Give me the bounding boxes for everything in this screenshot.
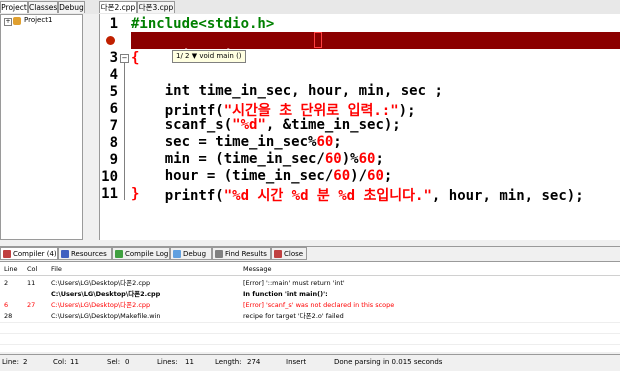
- status-message: Done parsing in 0.015 seconds: [334, 358, 443, 366]
- cell-line: 6: [4, 301, 9, 309]
- close-icon: [274, 250, 282, 258]
- row-divider: [0, 322, 620, 323]
- tab-debug-left[interactable]: Debug: [58, 1, 85, 13]
- table-row[interactable]: 2 11 C:\Users\LG\Desktop\다폰2.cpp [Error]…: [0, 278, 600, 288]
- cell-file: C:\Users\LG\Desktop\다폰2.cpp: [51, 279, 151, 287]
- tab-label: Close: [284, 250, 304, 258]
- cell-file: C:\Users\LG\Desktop\다폰2.cpp: [51, 301, 151, 309]
- header-file[interactable]: File: [51, 264, 62, 274]
- status-line-label: Line:: [2, 358, 19, 366]
- cell-line: 28: [4, 312, 13, 320]
- editor-tabbar: 다폰2.cpp 다폰3.cpp: [99, 0, 620, 14]
- project-icon: [13, 17, 21, 25]
- tab-label: Debug: [183, 250, 207, 258]
- code-line-1: #include<stdio.h>: [131, 16, 275, 32]
- line-number: 11: [101, 186, 118, 202]
- tab-compiler[interactable]: Compiler (4): [0, 247, 58, 260]
- code-line-10: printf("%d 시간 %d 분 %d 초입니다.", hour, min,…: [131, 169, 584, 221]
- header-divider: [0, 275, 620, 276]
- header-message[interactable]: Message: [243, 264, 272, 274]
- status-lines-value: 11: [185, 358, 194, 366]
- tab-project[interactable]: Project: [0, 1, 28, 13]
- tab-file-3[interactable]: 다폰3.cpp: [137, 1, 175, 13]
- find-results-icon: [215, 250, 223, 258]
- line-number: 4: [109, 67, 118, 83]
- panel-splitter[interactable]: [83, 14, 99, 246]
- tab-file-2[interactable]: 다폰2.cpp: [99, 1, 137, 13]
- line-number: 9: [109, 152, 118, 168]
- project-tree-root[interactable]: Project1: [24, 16, 52, 24]
- cell-message: In function 'int main()':: [243, 290, 328, 298]
- table-row[interactable]: 6 27 C:\Users\LG\Desktop\다폰2.cpp [Error]…: [0, 300, 600, 310]
- cell-file: C:\Users\LG\Desktop\Makefile.win: [51, 312, 161, 320]
- cell-file: C:\Users\LG\Desktop\다폰2.cpp: [51, 290, 161, 298]
- tab-classes[interactable]: Classes: [28, 1, 58, 13]
- status-col-value: 11: [70, 358, 79, 366]
- line-number: 3: [109, 50, 118, 66]
- status-lines-label: Lines:: [157, 358, 178, 366]
- cell-line: 2: [4, 279, 9, 287]
- row-divider: [0, 344, 620, 345]
- code-token: );: [398, 103, 416, 119]
- status-sel-label: Sel:: [107, 358, 121, 366]
- row-divider: [0, 333, 620, 334]
- table-row[interactable]: 28 C:\Users\LG\Desktop\Makefile.win reci…: [0, 311, 600, 321]
- line-number: 8: [109, 135, 118, 151]
- table-row[interactable]: C:\Users\LG\Desktop\다폰2.cpp In function …: [0, 289, 600, 299]
- code-token: , hour, min, sec);: [431, 188, 584, 204]
- cell-message: [Error] '::main' must return 'int': [243, 279, 345, 287]
- fold-guide: [124, 62, 125, 200]
- tab-close[interactable]: Close: [271, 247, 307, 260]
- status-length-value: 274: [247, 358, 261, 366]
- tab-compile-log[interactable]: Compile Log: [112, 247, 170, 260]
- code-line-11: }: [131, 186, 140, 202]
- line-number: 7: [109, 118, 118, 134]
- cell-col: 27: [27, 301, 36, 309]
- cell-message: recipe for target '다폰2.o' failed: [243, 312, 344, 320]
- tab-resources[interactable]: Resources: [58, 247, 112, 260]
- status-bar: Line: 2 Col: 11 Sel: 0 Lines: 11 Length:…: [0, 354, 620, 371]
- compile-log-icon: [115, 250, 123, 258]
- tab-debug-bottom[interactable]: Debug: [170, 247, 212, 260]
- code-editor[interactable]: 1 #include<stdio.h> void main() 1/ 2 ▼ v…: [99, 14, 620, 240]
- status-length-label: Length:: [215, 358, 242, 366]
- expand-icon[interactable]: +: [4, 18, 12, 26]
- table-header: Line Col File Message: [0, 264, 600, 274]
- compiler-log-table: Line Col File Message 2 11 C:\Users\LG\D…: [0, 261, 620, 352]
- code-line-3: {: [131, 50, 140, 66]
- cell-col: 11: [27, 279, 36, 287]
- bottom-panel-tabs: Compiler (4) Resources Compile Log Debug…: [0, 246, 620, 260]
- status-sel-value: 0: [125, 358, 130, 366]
- line-number: 6: [109, 101, 118, 117]
- line-number: 1: [109, 16, 118, 32]
- text-cursor: [314, 32, 322, 48]
- signature-tooltip: 1/ 2 ▼ void main (): [172, 50, 246, 63]
- status-mode: Insert: [286, 358, 307, 366]
- tab-label: Compiler (4): [13, 250, 57, 258]
- status-line-value: 2: [23, 358, 28, 366]
- string-literal: "%d 시간 %d 분 %d 초입니다.": [223, 188, 432, 204]
- resources-icon: [61, 250, 69, 258]
- tab-label: Find Results: [225, 250, 267, 258]
- breakpoint-error-icon[interactable]: [106, 36, 115, 45]
- code-token: printf(: [164, 188, 224, 204]
- header-col[interactable]: Col: [27, 264, 37, 274]
- tab-find-results[interactable]: Find Results: [212, 247, 271, 260]
- left-panel-tabbar: Project Classes Debug: [0, 0, 99, 14]
- header-line[interactable]: Line: [4, 264, 18, 274]
- line-number: 10: [101, 169, 118, 185]
- tab-label: Resources: [71, 250, 107, 258]
- compiler-icon: [3, 250, 11, 258]
- tab-label: Compile Log: [125, 250, 169, 258]
- line-number: 5: [109, 84, 118, 100]
- cell-message: [Error] 'scanf_s' was not declared in th…: [243, 301, 395, 309]
- project-panel: + Project1: [0, 14, 83, 240]
- status-col-label: Col:: [53, 358, 67, 366]
- debug-icon: [173, 250, 181, 258]
